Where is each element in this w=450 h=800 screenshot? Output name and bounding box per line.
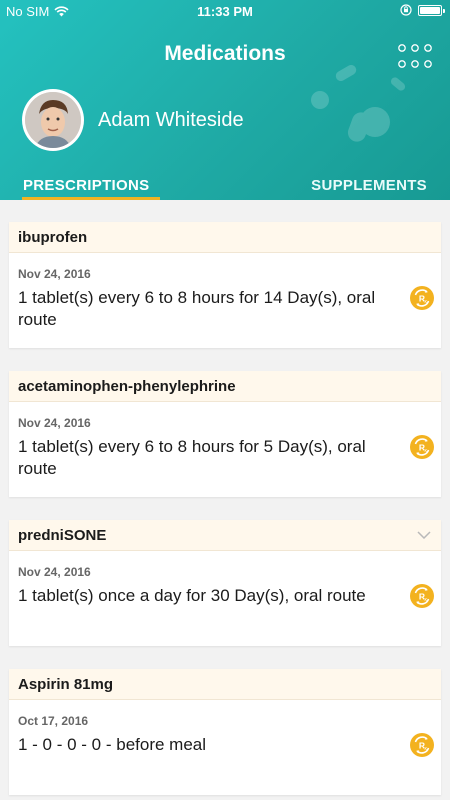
- dosage-instructions: 1 tablet(s) every 6 to 8 hours for 14 Da…: [18, 288, 376, 329]
- orientation-lock-icon: [400, 4, 412, 16]
- status-time: 11:33 PM: [197, 4, 253, 19]
- medication-name-label: ibuprofen: [18, 229, 88, 246]
- pills-decoration-icon: [311, 65, 406, 142]
- avatar[interactable]: [22, 89, 84, 151]
- prescription-date: Oct 17, 2016: [18, 714, 89, 728]
- prescription-details: Nov 24, 2016 1 tablet(s) every 6 to 8 hou…: [9, 402, 441, 497]
- prescription-card[interactable]: acetaminophen-phenylephrine Nov 24, 2016 1…: [9, 371, 441, 497]
- prescription-card[interactable]: Aspirin 81mg Oct 17, 2016 1 - 0 - 0 - 0 - …: [9, 669, 441, 795]
- prescription-details: Oct 17, 2016 1 - 0 - 0 - 0 - before meal R…: [9, 700, 441, 795]
- prescription-card[interactable]: ibuprofen Nov 24, 2016 1 tablet(s) every 6…: [9, 222, 441, 348]
- tab-supplements[interactable]: SUPPLEMENTS: [311, 177, 427, 194]
- medication-name: acetaminophen-phenylephrine: [9, 371, 441, 402]
- rx-refill-icon[interactable]: Rx: [409, 285, 435, 311]
- medication-name-label: Aspirin 81mg: [18, 676, 114, 693]
- chevron-down-icon[interactable]: [417, 531, 431, 539]
- user-photo-icon: [25, 92, 81, 148]
- status-bar: No SIM 11:33 PM: [0, 0, 450, 22]
- header: No SIM 11:33 PM Medications Adam Whitesi…: [0, 0, 450, 200]
- rx-refill-icon[interactable]: Rx: [409, 583, 435, 609]
- tab-prescriptions[interactable]: PRESCRIPTIONS: [23, 177, 149, 194]
- medication-name: ibuprofen: [9, 222, 441, 253]
- medication-name-label: predniSONE: [18, 527, 107, 544]
- battery-fill: [420, 6, 440, 14]
- user-name: Adam Whiteside: [98, 109, 244, 131]
- medication-name-label: acetaminophen-phenylephrine: [18, 378, 236, 395]
- dosage-instructions: 1 tablet(s) once a day for 30 Day(s), or…: [18, 586, 366, 605]
- dosage-instructions: 1 - 0 - 0 - 0 - before meal: [18, 735, 207, 754]
- prescription-card[interactable]: predniSONE Nov 24, 2016 1 tablet(s) once a…: [9, 520, 441, 646]
- dosage-instructions: 1 tablet(s) every 6 to 8 hours for 5 Day…: [18, 437, 366, 478]
- rx-refill-icon[interactable]: Rx: [409, 732, 435, 758]
- medication-name: Aspirin 81mg: [9, 669, 441, 700]
- prescription-details: Nov 24, 2016 1 tablet(s) once a day for 3…: [9, 551, 441, 646]
- medication-name: predniSONE: [9, 520, 441, 551]
- prescription-details: Nov 24, 2016 1 tablet(s) every 6 to 8 hou…: [9, 253, 441, 348]
- rx-refill-icon[interactable]: Rx: [409, 434, 435, 460]
- battery-icon: [418, 4, 445, 16]
- prescription-date: Nov 24, 2016: [18, 416, 91, 430]
- prescription-date: Nov 24, 2016: [18, 267, 91, 281]
- prescription-date: Nov 24, 2016: [18, 565, 91, 579]
- prescription-list[interactable]: ibuprofen Nov 24, 2016 1 tablet(s) every 6…: [0, 200, 450, 800]
